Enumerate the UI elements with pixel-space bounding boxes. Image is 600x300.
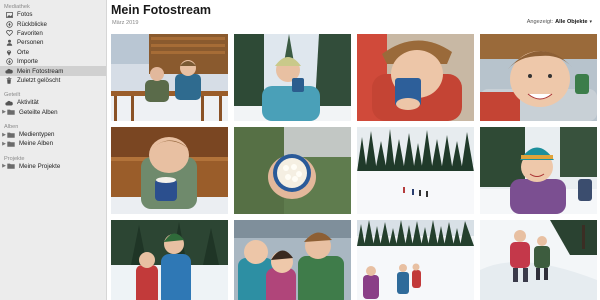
sidebar-item-label: Zuletzt gelöscht [17, 76, 61, 84]
photo-kids-selfie[interactable] [234, 220, 351, 300]
sidebar-item-label: Geteilte Alben [19, 108, 58, 116]
main-content: Mein Fotostream März 2019 Angezeigt: All… [108, 0, 600, 300]
photo-grid [111, 34, 600, 300]
cloud-icon [5, 100, 13, 106]
sidebar-item-aktivitaet[interactable]: Aktivität [0, 98, 106, 107]
photo-kids-snowy-slope[interactable] [480, 220, 597, 300]
folder-icon [7, 141, 15, 147]
trash-icon [5, 77, 13, 84]
folder-icon [7, 132, 15, 138]
sidebar: Mediathek Fotos Rückblicke Favoriten Per… [0, 0, 107, 300]
people-icon [5, 39, 13, 47]
chevron-down-icon: ▾ [589, 19, 592, 25]
sidebar-item-label: Meine Projekte [19, 162, 61, 170]
photo-kids-on-balcony[interactable] [111, 34, 228, 121]
shared-folder-icon [7, 109, 15, 115]
sidebar-item-label: Meine Alben [19, 140, 54, 148]
photo-boy-with-marshmallow-cup[interactable] [111, 127, 228, 214]
sidebar-item-label: Aktivität [17, 99, 39, 107]
sidebar-item-mein-fotostream[interactable]: Mein Fotostream [0, 66, 106, 76]
photo-girl-in-snow[interactable] [480, 127, 597, 214]
photo-kids-forest-walk[interactable] [111, 220, 228, 300]
photo-boy-smiling-closeup[interactable] [480, 34, 597, 121]
sidebar-item-label: Rückblicke [17, 20, 47, 28]
sidebar-item-label: Favoriten [17, 29, 43, 37]
sidebar-item-geteilte-alben[interactable]: ▶ Geteilte Alben [0, 108, 106, 117]
sidebar-item-favoriten[interactable]: Favoriten [0, 29, 106, 38]
cloud-icon [5, 68, 13, 74]
page-title: Mein Fotostream [111, 3, 212, 17]
photo-cup-of-marshmallows[interactable] [234, 127, 351, 214]
library-section-header: Mediathek [4, 4, 30, 10]
import-icon [5, 58, 13, 65]
photo-boy-drinking-from-mug[interactable] [357, 34, 474, 121]
date-label: März 2019 [112, 20, 139, 26]
sidebar-item-label: Orte [17, 48, 30, 56]
showing-filter[interactable]: Angezeigt: Alle Objekte ▾ [527, 19, 592, 25]
albums-section-header: Alben [4, 123, 19, 130]
photo-snowshoers-distance[interactable] [357, 127, 474, 214]
shared-section-header: Geteilt [4, 92, 21, 99]
sidebar-item-label: Mein Fotostream [17, 67, 64, 75]
showing-value: Alle Objekte [555, 19, 588, 25]
sidebar-item-zuletzt-geloescht[interactable]: Zuletzt gelöscht [0, 76, 106, 85]
sidebar-item-fotos[interactable]: Fotos [0, 10, 106, 19]
heart-icon [5, 30, 13, 37]
showing-label: Angezeigt: [526, 19, 554, 25]
sidebar-item-meine-projekte[interactable]: ▶ Meine Projekte [0, 162, 106, 171]
photo-kids-snowshoeing[interactable] [357, 220, 474, 300]
sidebar-item-orte[interactable]: Orte [0, 48, 106, 57]
sidebar-item-importe[interactable]: Importe [0, 57, 106, 66]
projects-section-header: Projekte [4, 155, 25, 162]
sidebar-item-label: Importe [17, 58, 38, 66]
folder-icon [7, 163, 15, 170]
sidebar-item-meine-alben[interactable]: ▶ Meine Alben [0, 139, 106, 148]
photo-boy-with-mug-in-snow[interactable] [234, 34, 351, 121]
sidebar-item-rueckblicke[interactable]: Rückblicke [0, 19, 106, 28]
photos-icon [5, 11, 13, 18]
sidebar-item-label: Fotos [17, 11, 33, 19]
memories-icon [5, 20, 13, 28]
sidebar-item-personen[interactable]: Personen [0, 38, 106, 47]
map-pin-icon [5, 49, 13, 56]
sidebar-item-label: Personen [17, 39, 44, 47]
sidebar-item-medientypen[interactable]: ▶ Medientypen [0, 130, 106, 139]
sidebar-item-label: Medientypen [19, 131, 55, 139]
